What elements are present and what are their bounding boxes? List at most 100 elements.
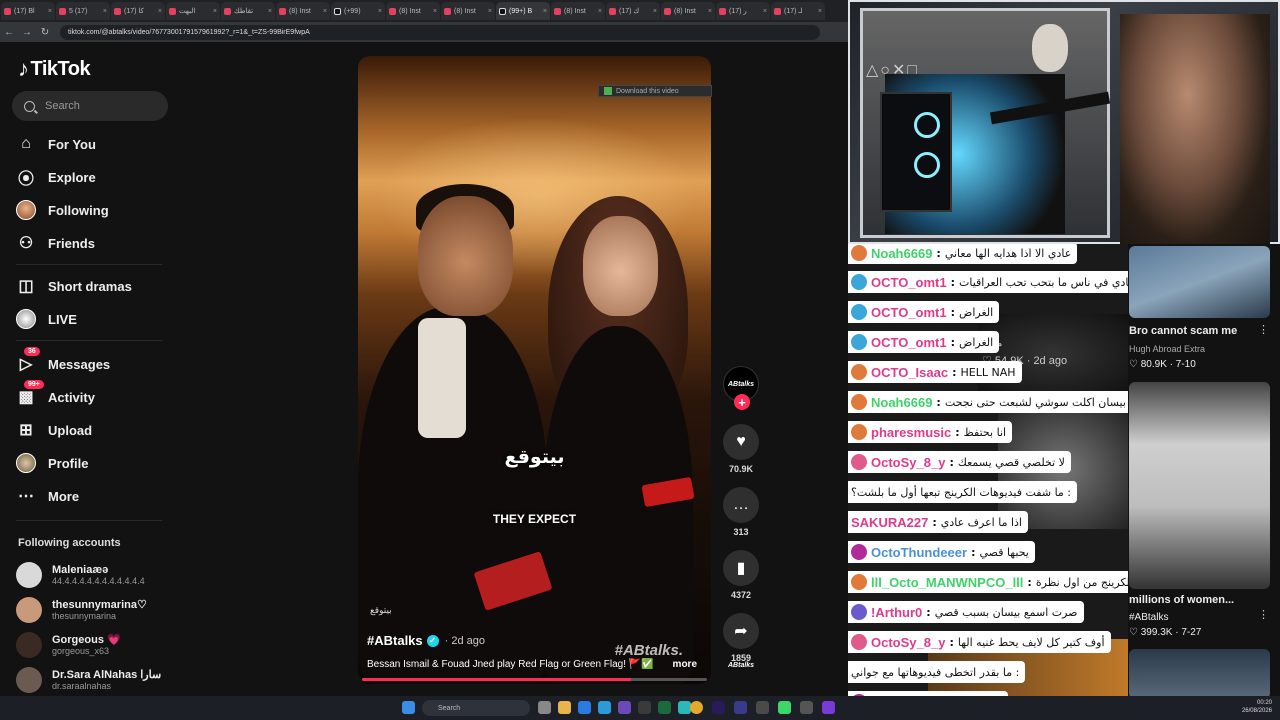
share-arrow-icon: ➦ [723, 613, 759, 649]
following-account[interactable]: Dr.Sara AlNahas سارا dr.saraalnahas [16, 667, 161, 693]
search-input[interactable]: Search [12, 91, 168, 121]
tab-close-icon[interactable]: × [488, 8, 492, 15]
tab-close-icon[interactable]: × [543, 8, 547, 15]
browser-tab[interactable]: (8) Inst × [441, 2, 495, 20]
tiktok-logo[interactable]: ♪ TikTok [18, 56, 91, 82]
app-icon[interactable] [638, 701, 651, 714]
video-player[interactable]: بيتوقع THEY EXPECT بيتوقع #ABtalks. #ABt… [358, 56, 711, 684]
browser-tab[interactable]: (8) Inst × [661, 2, 715, 20]
nav-explore[interactable]: ⦿ Explore [16, 167, 96, 189]
nav-messages[interactable]: ▷ 36 Messages [16, 347, 111, 374]
nav-upload[interactable]: ⊞ Upload [16, 420, 92, 440]
chat-text: بيسان اكلت سوشي لشبعت حتى نجحت [944, 395, 1126, 409]
share-button[interactable]: ➦ 1859 [720, 613, 762, 663]
app-icon[interactable] [822, 701, 835, 714]
chat-message: OctoSy_8_y: لا تخلصي قصي يسمعك [848, 451, 1071, 473]
tab-close-icon[interactable]: × [763, 8, 767, 15]
windows-start-icon[interactable] [402, 701, 415, 714]
app-icon[interactable] [734, 701, 747, 714]
tab-close-icon[interactable]: × [158, 8, 162, 15]
app-icon[interactable] [658, 701, 671, 714]
recommended-author-2[interactable]: #ABtalks [1129, 612, 1168, 623]
nav-short-dramas[interactable]: ◫ Short dramas [16, 276, 131, 296]
browser-tab[interactable]: تقاطك × [221, 2, 275, 20]
video-author[interactable]: #ABtalks ✓ · 2d ago [367, 633, 485, 648]
file-explorer-icon[interactable] [558, 701, 571, 714]
following-account[interactable]: Gorgeous 💗 gorgeous_x63 [16, 632, 121, 658]
recommended-thumb-1[interactable] [1129, 246, 1270, 318]
browser-tab[interactable]: (17) ر × [716, 2, 770, 20]
nav-for-you[interactable]: ⌂ For You [16, 134, 96, 154]
recommended-author-1[interactable]: Hugh Abroad Extra [1129, 344, 1205, 354]
browser-tab[interactable]: (17) كا × [111, 2, 165, 20]
chrome-icon[interactable] [690, 701, 703, 714]
nav-more[interactable]: ⋯ More [16, 486, 79, 506]
store-icon[interactable] [598, 701, 611, 714]
tab-favicon-icon [114, 7, 121, 15]
tab-close-icon[interactable]: × [268, 8, 272, 15]
system-clock[interactable]: 00:20 26/08/2026 [1242, 699, 1272, 715]
chat-text: صرت اسمع بيسان بسبب قصي [934, 605, 1078, 619]
app-icon[interactable] [756, 701, 769, 714]
browser-tab[interactable]: (17) لـ × [771, 2, 825, 20]
tab-close-icon[interactable]: × [653, 8, 657, 15]
forward-icon[interactable]: → [18, 27, 36, 38]
author-avatar[interactable]: ABtalks + [723, 366, 759, 410]
browser-tab[interactable]: (+99) × [331, 2, 385, 20]
tab-close-icon[interactable]: × [818, 8, 822, 15]
tab-close-icon[interactable]: × [708, 8, 712, 15]
follow-plus-icon[interactable]: + [734, 394, 750, 410]
taskbar-search[interactable]: Search [422, 700, 530, 716]
tab-close-icon[interactable]: × [378, 8, 382, 15]
browser-tab[interactable]: (8) Inst × [551, 2, 605, 20]
browser-tab[interactable]: (8) Inst × [386, 2, 440, 20]
following-account[interactable]: Maleniaæə 44.4.4.4.4.4.4.4.4.4.4.4 [16, 562, 145, 588]
back-icon[interactable]: ← [0, 27, 18, 38]
recommended-title-1[interactable]: Bro cannot scam me [1129, 325, 1237, 337]
more-options-icon[interactable]: ⋮ [1258, 323, 1269, 336]
description-more-link[interactable]: more [673, 659, 697, 670]
tab-favicon-icon [279, 7, 286, 15]
nav-friends[interactable]: ⚇ Friends [16, 233, 95, 253]
app-icon[interactable] [800, 701, 813, 714]
tab-close-icon[interactable]: × [598, 8, 602, 15]
tab-close-icon[interactable]: × [323, 8, 327, 15]
browser-tab[interactable]: (99+) B × [496, 2, 550, 20]
nav-activity[interactable]: ▩ 99+ Activity [16, 380, 95, 407]
nav-profile[interactable]: Profile [16, 453, 88, 473]
nav-following[interactable]: Following [16, 200, 109, 220]
recommended-thumb-2[interactable] [1129, 382, 1270, 589]
recommended-thumb-3[interactable] [1129, 649, 1270, 699]
browser-tab[interactable]: 5 (17) × [56, 2, 110, 20]
tab-close-icon[interactable]: × [433, 8, 437, 15]
tab-close-icon[interactable]: × [103, 8, 107, 15]
edge-icon[interactable] [578, 701, 591, 714]
recommended-caption-2[interactable]: millions of women... [1129, 594, 1234, 606]
account-avatar [16, 562, 42, 588]
nav-label: Messages [48, 356, 111, 372]
browser-tab[interactable]: البهت × [166, 2, 220, 20]
nav-live[interactable]: LIVE [16, 309, 77, 329]
browser-tab[interactable]: (17) Bl × [1, 2, 55, 20]
url-field[interactable]: tiktok.com/@abtalks/video/76773001791579… [60, 24, 820, 40]
chat-badge-icon [851, 334, 867, 350]
reload-icon[interactable]: ↻ [36, 27, 54, 38]
download-video-extension[interactable]: Download this video [598, 85, 712, 97]
tab-favicon-icon [664, 7, 671, 15]
like-button[interactable]: ♥ 70.9K [720, 424, 762, 474]
task-view-icon[interactable] [538, 701, 551, 714]
video-author-name[interactable]: #ABtalks [367, 633, 423, 648]
premiere-icon[interactable] [712, 701, 725, 714]
app-icon[interactable] [618, 701, 631, 714]
tab-close-icon[interactable]: × [213, 8, 217, 15]
browser-tab[interactable]: (8) Inst × [276, 2, 330, 20]
more-options-icon[interactable]: ⋮ [1258, 608, 1269, 621]
save-button[interactable]: ▮ 4372 [720, 550, 762, 600]
following-account[interactable]: thesunnymarina♡ thesunnymarina [16, 597, 147, 623]
video-progress-bar[interactable] [362, 678, 707, 681]
tab-close-icon[interactable]: × [48, 8, 52, 15]
comment-button[interactable]: … 313 [720, 487, 762, 537]
author-mini-logo[interactable]: ABtalks [728, 662, 754, 669]
app-icon[interactable] [778, 701, 791, 714]
browser-tab[interactable]: (17) ك × [606, 2, 660, 20]
